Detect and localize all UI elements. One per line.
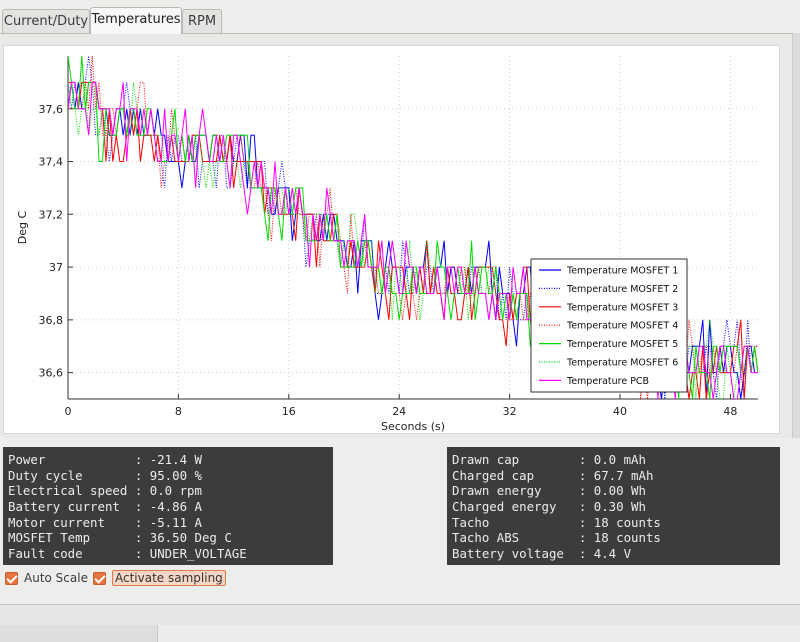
right-info-value: 67.7 mAh: [593, 467, 654, 483]
y-axis-label: Deg C: [16, 210, 29, 244]
x-tick-label: 16: [282, 405, 296, 418]
left-info-label: Motor current: [8, 514, 135, 530]
activate-sampling-control[interactable]: Activate sampling: [93, 569, 226, 587]
legend-label: Temperature MOSFET 2: [566, 284, 678, 295]
right-info-label: Charged energy: [452, 499, 579, 515]
right-info-row: Battery voltage : 4.4 V: [452, 546, 780, 562]
left-info-row: MOSFET Temp : 36.50 Deg C: [8, 530, 333, 546]
right-info-label: Tacho: [452, 514, 579, 530]
legend-label: Temperature MOSFET 3: [566, 302, 678, 313]
temperature-chart[interactable]: 0 8 16 24 32 40 48 36,6 36,8 37 37,2 37,4 37,6 Second…: [4, 46, 781, 435]
right-info-value: 0.30 Wh: [593, 499, 646, 515]
legend-label: Temperature MOSFET 1: [566, 266, 678, 277]
x-tick-label: 40: [613, 405, 627, 418]
auto-scale-control[interactable]: Auto Scale: [5, 569, 88, 587]
left-info-separator: :: [134, 467, 150, 483]
left-info-row: Battery current : -4.86 A: [8, 499, 333, 515]
y-tick-label: 36,6: [39, 367, 64, 380]
x-axis-label: Seconds (s): [381, 420, 445, 433]
left-info-separator: :: [134, 530, 150, 546]
activate-sampling-checkbox[interactable]: [93, 571, 106, 585]
right-info-value: 18 counts: [593, 530, 661, 546]
left-info-separator: :: [134, 499, 150, 515]
left-info-row: Fault code : UNDER_VOLTAGE: [8, 546, 333, 562]
left-info-label: MOSFET Temp: [8, 530, 135, 546]
tab-current-duty[interactable]: Current/Duty: [2, 9, 90, 34]
y-tick-label: 37,6: [39, 103, 64, 116]
right-info-separator: :: [578, 514, 594, 530]
right-info-label: Drawn cap: [452, 452, 579, 467]
auto-scale-checkbox[interactable]: [5, 571, 18, 585]
right-info-panel: Drawn cap : 0.0 mAh Charged cap : 67.7 mA…: [447, 447, 780, 565]
right-info-row: Drawn energy : 0.00 Wh: [452, 483, 780, 499]
temperatures-panel: 0 8 16 24 32 40 48 36,6 36,8 37 37,2 37,4 37,6 Second…: [0, 33, 800, 438]
right-info-separator: :: [578, 530, 594, 546]
right-info-label: Battery voltage: [452, 546, 579, 562]
right-info-separator: :: [578, 483, 594, 499]
left-info-label: Fault code: [8, 546, 135, 562]
tab-temperatures[interactable]: Temperatures: [90, 7, 182, 34]
legend-label: Temperature MOSFET 5: [566, 339, 678, 350]
x-tick-label: 8: [175, 405, 182, 418]
activate-sampling-label: Activate sampling: [112, 570, 226, 586]
left-info-value: -5.11 A: [149, 514, 202, 530]
status-segment-right: [158, 625, 800, 642]
right-info-separator: :: [578, 467, 594, 483]
status-segment-left: [0, 625, 158, 642]
left-info-label: Electrical speed: [8, 483, 135, 499]
right-info-row: Tacho ABS : 18 counts: [452, 530, 780, 546]
y-tick-label: 37,4: [39, 156, 64, 169]
left-info-separator: :: [134, 514, 150, 530]
y-tick-label: 37: [49, 261, 63, 274]
left-info-value: 95.00 %: [149, 467, 202, 483]
right-info-separator: :: [578, 452, 594, 467]
legend-label: Temperature MOSFET 4: [566, 321, 678, 332]
y-tick-label: 37,2: [39, 208, 64, 221]
left-info-value: 0.0 rpm: [149, 483, 202, 499]
right-info-row: Drawn cap : 0.0 mAh: [452, 452, 780, 468]
bottom-toolbar: [0, 604, 800, 642]
left-info-value: -4.86 A: [149, 499, 202, 515]
right-info-label: Tacho ABS: [452, 530, 579, 546]
left-info-separator: :: [134, 546, 150, 562]
left-info-separator: :: [134, 452, 150, 467]
vertical-scrollbar[interactable]: [792, 33, 800, 438]
x-tick-label: 24: [392, 405, 406, 418]
legend-label: Temperature PCB: [566, 376, 649, 387]
left-info-row: Duty cycle : 95.00 %: [8, 468, 333, 484]
right-info-separator: :: [578, 499, 594, 515]
tab-rpm[interactable]: RPM: [182, 9, 222, 34]
left-info-value: UNDER_VOLTAGE: [149, 546, 247, 562]
legend-label: Temperature MOSFET 6: [566, 358, 678, 369]
right-info-value: 0.00 Wh: [593, 483, 646, 499]
y-tick-label: 36,8: [39, 314, 64, 327]
right-info-separator: :: [578, 546, 594, 562]
left-info-label: Duty cycle: [8, 467, 135, 483]
left-info-label: Battery current: [8, 499, 135, 515]
right-info-row: Tacho : 18 counts: [452, 515, 780, 531]
left-info-separator: :: [134, 483, 150, 499]
right-info-label: Drawn energy: [452, 483, 579, 499]
left-info-value: 36.50 Deg C: [149, 530, 232, 546]
x-tick-label: 48: [723, 405, 737, 418]
x-tick-label: 32: [503, 405, 517, 418]
left-info-value: -21.4 W: [149, 452, 202, 467]
auto-scale-label: Auto Scale: [24, 571, 88, 585]
left-info-row: Motor current : -5.11 A: [8, 515, 333, 531]
left-info-label: Power: [8, 452, 135, 467]
left-info-panel: Power : -21.4 W Duty cycle : 95.00 % Elect…: [3, 447, 333, 565]
right-info-value: 4.4 V: [593, 546, 632, 562]
tab-bar: Current/Duty Temperatures RPM: [0, 0, 800, 34]
right-info-value: 18 counts: [593, 514, 661, 530]
right-info-row: Charged cap : 67.7 mAh: [452, 468, 780, 484]
left-info-row: Electrical speed : 0.0 rpm: [8, 483, 333, 499]
left-info-row: Power : -21.4 W: [8, 452, 333, 468]
right-info-row: Charged energy : 0.30 Wh: [452, 499, 780, 515]
right-info-value: 0.0 mAh: [593, 452, 646, 467]
right-info-label: Charged cap: [452, 467, 579, 483]
x-tick-label: 0: [65, 405, 72, 418]
temperature-plot[interactable]: 0 8 16 24 32 40 48 36,6 36,8 37 37,2 37,4 37,6 Second…: [3, 45, 780, 434]
